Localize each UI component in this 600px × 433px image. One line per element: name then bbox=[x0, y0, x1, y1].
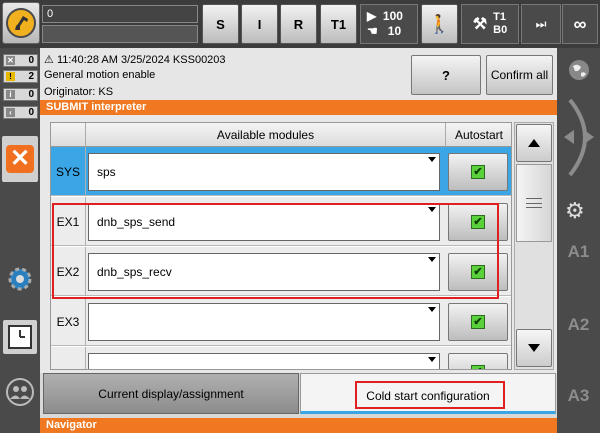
autostart-toggle[interactable]: ✔ bbox=[448, 303, 508, 341]
module-combo[interactable]: sps bbox=[88, 153, 440, 191]
table-header-index bbox=[51, 123, 86, 147]
gear-icon bbox=[8, 267, 32, 291]
users-icon bbox=[6, 378, 34, 406]
warning-triangle-icon: ⚠ bbox=[44, 54, 54, 66]
dialog-icon: ‹ bbox=[6, 108, 15, 117]
scroll-up-button[interactable] bbox=[516, 124, 552, 162]
play-icon: ▶ bbox=[367, 9, 377, 23]
clock-button[interactable] bbox=[3, 320, 37, 354]
robot-icon bbox=[6, 8, 36, 38]
hand-icon: ☚ bbox=[367, 24, 378, 38]
warning-icon: ! bbox=[6, 72, 15, 81]
override-button[interactable]: ▶ 100 ☚ 10 bbox=[360, 4, 418, 44]
program-status-bar bbox=[42, 25, 198, 43]
highlight-box-cold-start bbox=[355, 381, 505, 409]
row-label: SYS bbox=[51, 147, 86, 196]
message-text: General motion enable bbox=[44, 69, 156, 81]
tab-current-display[interactable]: Current display/assignment bbox=[43, 373, 299, 414]
robot-axis-icon[interactable]: ⚙ bbox=[565, 198, 585, 224]
jog-mode-button[interactable]: ∞ bbox=[562, 4, 598, 44]
table-row[interactable]: ✔ bbox=[51, 347, 511, 369]
arrow-up-icon bbox=[528, 139, 540, 147]
axis-a3-label[interactable]: A3 bbox=[557, 386, 600, 406]
drive-status-button[interactable]: I bbox=[241, 4, 278, 44]
row-label: EX3 bbox=[51, 297, 86, 346]
navigator-bar[interactable]: Navigator bbox=[40, 418, 557, 433]
program-progress-bar: 0 bbox=[42, 5, 198, 23]
tool-number: T1 bbox=[493, 11, 506, 23]
module-combo[interactable] bbox=[88, 353, 440, 369]
tool-icon: ⚒ bbox=[472, 16, 488, 33]
help-button[interactable]: ? bbox=[411, 55, 481, 95]
walking-man-icon: 🚶 bbox=[428, 13, 451, 34]
tool-base-button[interactable]: ⚒ T1 B0 bbox=[461, 4, 519, 44]
confirm-all-button[interactable]: Confirm all bbox=[486, 55, 553, 95]
checkbox-icon: ✔ bbox=[471, 165, 485, 179]
scroll-thumb[interactable] bbox=[516, 164, 552, 242]
autostart-toggle[interactable]: ✔ bbox=[448, 353, 508, 369]
clock-icon bbox=[8, 325, 32, 349]
checkbox-icon: ✔ bbox=[471, 365, 485, 369]
dropdown-arrow-icon bbox=[428, 157, 436, 162]
message-header[interactable]: ⚠ 11:40:28 AM 3/25/2024 KSS00203 bbox=[44, 53, 226, 66]
arrow-down-icon bbox=[528, 344, 540, 352]
autostart-toggle[interactable]: ✔ bbox=[448, 153, 508, 191]
dropdown-arrow-icon bbox=[428, 307, 436, 312]
program-run-mode-button[interactable]: 🚶 bbox=[421, 4, 458, 44]
axis-a1-label[interactable]: A1 bbox=[557, 242, 600, 262]
program-override-value: 100 bbox=[382, 9, 403, 23]
jog-arc-icon[interactable] bbox=[560, 95, 598, 183]
module-value: sps bbox=[97, 165, 116, 179]
message-timestamp: 11:40:28 AM 3/25/2024 KSS00203 bbox=[56, 54, 226, 66]
main-menu-button[interactable] bbox=[2, 2, 40, 44]
dropdown-arrow-icon bbox=[428, 357, 436, 362]
user-group-button[interactable] bbox=[3, 375, 37, 409]
jog-override-value: 10 bbox=[387, 24, 402, 38]
robot-interpreter-button[interactable]: R bbox=[280, 4, 317, 44]
close-window-button[interactable]: ✕ bbox=[2, 136, 38, 182]
axis-a2-label[interactable]: A2 bbox=[557, 315, 600, 335]
operating-mode-button[interactable]: T1 bbox=[320, 4, 357, 44]
settings-button[interactable] bbox=[3, 262, 37, 296]
close-icon: ✕ bbox=[6, 145, 34, 173]
scroll-down-button[interactable] bbox=[516, 329, 552, 367]
fast-forward-icon: ⏭ bbox=[535, 16, 547, 31]
error-icon: ✕ bbox=[6, 56, 15, 65]
dialog-count[interactable]: ‹ 0 bbox=[3, 106, 38, 119]
message-originator: Originator: KS bbox=[44, 86, 114, 98]
table-row[interactable]: EX3 ✔ bbox=[51, 297, 511, 346]
globe-icon[interactable] bbox=[567, 58, 591, 85]
table-row[interactable]: SYS sps ✔ bbox=[51, 147, 511, 196]
module-combo[interactable] bbox=[88, 303, 440, 341]
grip-icon bbox=[526, 198, 542, 208]
window-title: SUBMIT interpreter bbox=[40, 100, 557, 115]
table-header-modules: Available modules bbox=[86, 123, 446, 147]
checkbox-icon: ✔ bbox=[471, 315, 485, 329]
warning-count[interactable]: ! 2 bbox=[3, 70, 38, 83]
base-number: B0 bbox=[493, 24, 508, 36]
info-count[interactable]: i0 bbox=[3, 88, 38, 101]
info-icon: i bbox=[6, 90, 15, 99]
highlight-box-ex-rows bbox=[52, 203, 499, 299]
error-count[interactable]: ✕ 0 bbox=[3, 54, 38, 67]
row-label bbox=[51, 347, 86, 369]
submit-status-button[interactable]: S bbox=[202, 4, 239, 44]
table-header-autostart: Autostart bbox=[446, 123, 511, 147]
incremental-jog-button[interactable]: ⏭ bbox=[521, 4, 561, 44]
